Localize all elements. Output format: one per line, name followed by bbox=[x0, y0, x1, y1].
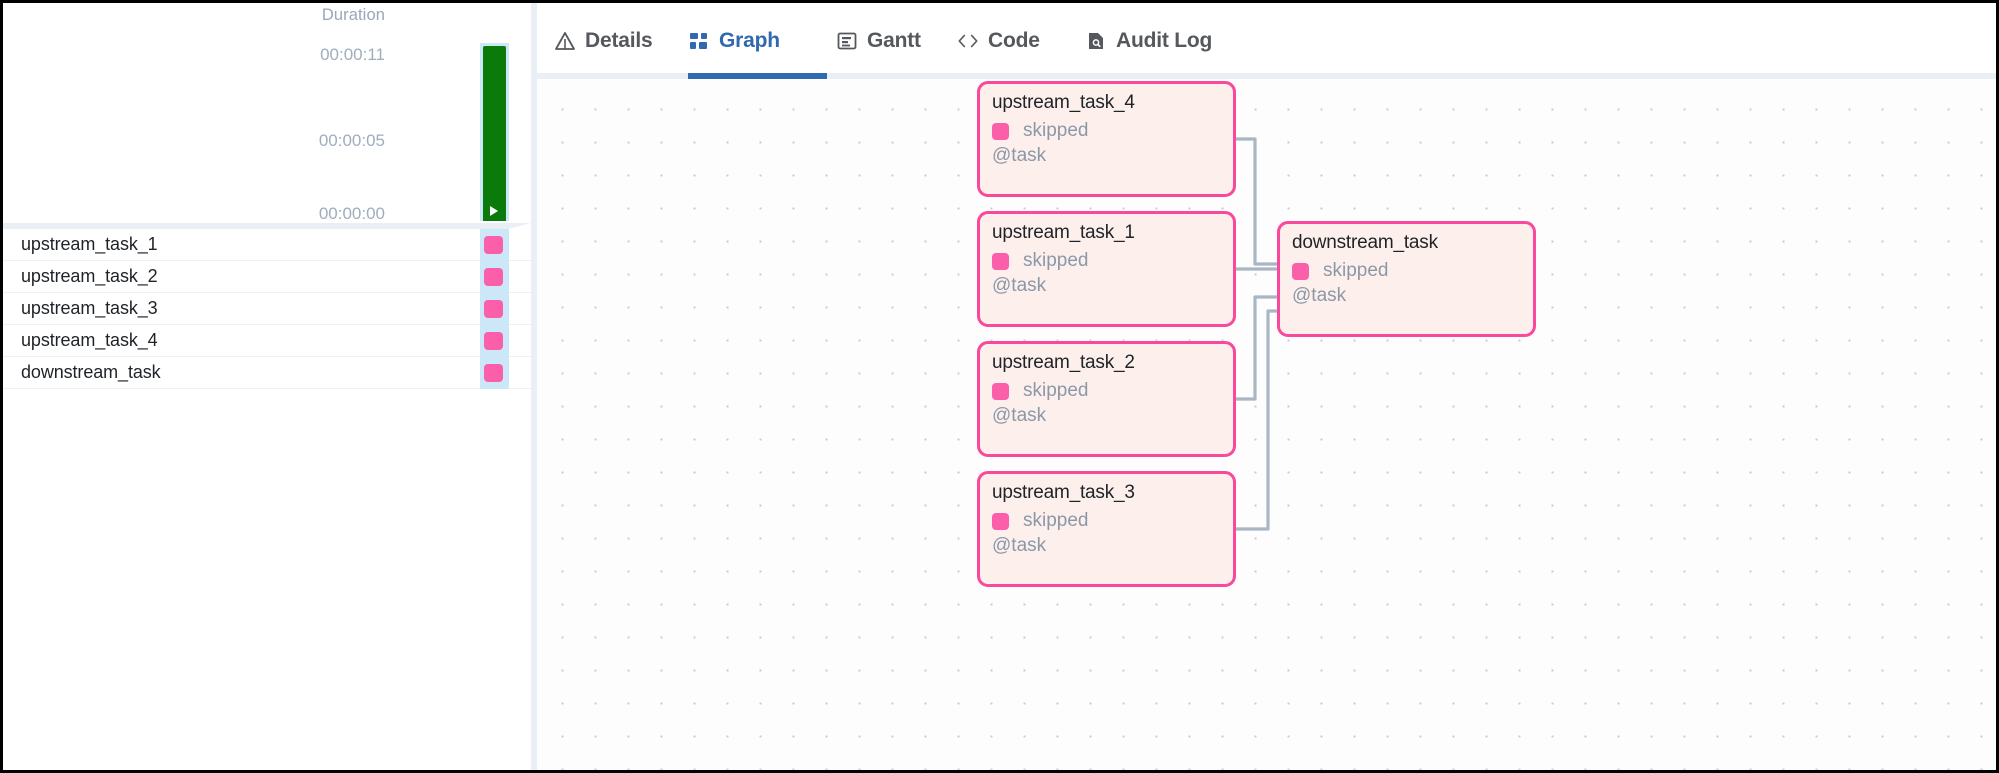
status-chip-skipped bbox=[992, 513, 1009, 530]
node-status: skipped bbox=[992, 380, 1089, 402]
node-status-label: skipped bbox=[1023, 120, 1089, 142]
task-status-cell[interactable] bbox=[480, 293, 509, 325]
axis-tick-label: 00:00:00 bbox=[319, 204, 385, 224]
graph-node-upstream-task-1[interactable]: upstream_task_1 skipped @task bbox=[977, 211, 1236, 327]
task-name: upstream_task_4 bbox=[21, 330, 158, 351]
tab-bar: Details Graph bbox=[537, 3, 1999, 79]
tab-audit-log-label: Audit Log bbox=[1116, 29, 1212, 53]
tab-details[interactable]: Details bbox=[554, 22, 652, 60]
graph-node-downstream-task[interactable]: downstream_task skipped @task bbox=[1277, 221, 1536, 337]
status-chip-skipped bbox=[484, 332, 503, 350]
dag-run-view: Duration 00:00:11 00:00:05 00:00:00 upst… bbox=[0, 0, 1999, 773]
status-chip-skipped bbox=[484, 364, 503, 382]
node-status: skipped bbox=[992, 250, 1089, 272]
status-chip-skipped bbox=[484, 268, 503, 286]
task-list-item[interactable]: upstream_task_1 bbox=[3, 229, 531, 261]
node-status-label: skipped bbox=[1023, 250, 1089, 272]
play-triangle-icon bbox=[490, 206, 498, 216]
node-type-label: @task bbox=[992, 535, 1046, 557]
task-name: upstream_task_3 bbox=[21, 298, 158, 319]
graph-edge bbox=[1236, 139, 1277, 264]
node-title: upstream_task_4 bbox=[992, 92, 1135, 114]
task-list-item[interactable]: upstream_task_2 bbox=[3, 261, 531, 293]
node-status: skipped bbox=[1292, 260, 1389, 282]
node-title: upstream_task_3 bbox=[992, 482, 1135, 504]
node-status: skipped bbox=[992, 120, 1089, 142]
task-list-item[interactable]: upstream_task_3 bbox=[3, 293, 531, 325]
graph-node-upstream-task-4[interactable]: upstream_task_4 skipped @task bbox=[977, 81, 1236, 197]
node-title: upstream_task_2 bbox=[992, 352, 1135, 374]
node-title: upstream_task_1 bbox=[992, 222, 1135, 244]
node-type-label: @task bbox=[992, 145, 1046, 167]
node-title: downstream_task bbox=[1292, 232, 1438, 254]
graph-canvas[interactable]: upstream_task_4 skipped @task upstream_t… bbox=[537, 79, 1999, 770]
tab-gantt-label: Gantt bbox=[867, 29, 921, 53]
gantt-document-icon bbox=[836, 30, 858, 52]
task-status-cell[interactable] bbox=[480, 229, 509, 261]
status-chip-skipped bbox=[992, 253, 1009, 270]
duration-bar[interactable] bbox=[483, 46, 506, 221]
tab-graph[interactable]: Graph bbox=[688, 22, 780, 60]
status-chip-skipped bbox=[484, 300, 503, 318]
tab-code[interactable]: Code bbox=[957, 22, 1040, 60]
status-chip-skipped bbox=[992, 123, 1009, 140]
axis-tick-label: 00:00:05 bbox=[319, 131, 385, 151]
duration-chart: Duration 00:00:11 00:00:05 00:00:00 bbox=[3, 3, 531, 225]
node-status: skipped bbox=[992, 510, 1089, 532]
status-chip-skipped bbox=[992, 383, 1009, 400]
task-list: upstream_task_1 upstream_task_2 upstream… bbox=[3, 229, 531, 389]
axis-tick-label: 00:00:11 bbox=[320, 45, 385, 65]
tab-gantt[interactable]: Gantt bbox=[836, 22, 921, 60]
task-duration-panel: Duration 00:00:11 00:00:05 00:00:00 upst… bbox=[3, 3, 531, 770]
node-status-label: skipped bbox=[1023, 380, 1089, 402]
tab-graph-label: Graph bbox=[719, 29, 780, 53]
task-list-item[interactable]: downstream_task bbox=[3, 357, 531, 389]
graph-node-upstream-task-2[interactable]: upstream_task_2 skipped @task bbox=[977, 341, 1236, 457]
task-list-item[interactable]: upstream_task_4 bbox=[3, 325, 531, 357]
status-chip-skipped bbox=[484, 236, 503, 254]
node-type-label: @task bbox=[1292, 285, 1346, 307]
tab-details-label: Details bbox=[585, 29, 652, 53]
node-type-label: @task bbox=[992, 275, 1046, 297]
graph-edge-layer bbox=[537, 79, 1999, 770]
task-status-cell[interactable] bbox=[480, 325, 509, 357]
hierarchy-icon bbox=[688, 30, 710, 52]
angle-brackets-icon bbox=[957, 30, 979, 52]
task-detail-panel: Details Graph bbox=[537, 3, 1999, 770]
document-search-icon bbox=[1085, 30, 1107, 52]
node-type-label: @task bbox=[992, 405, 1046, 427]
task-name: downstream_task bbox=[21, 362, 161, 383]
node-status-label: skipped bbox=[1023, 510, 1089, 532]
task-status-cell[interactable] bbox=[480, 261, 509, 293]
duration-chart-title: Duration bbox=[322, 6, 385, 25]
task-status-cell[interactable] bbox=[480, 357, 509, 389]
tab-audit-log[interactable]: Audit Log bbox=[1085, 22, 1212, 60]
task-name: upstream_task_2 bbox=[21, 266, 158, 287]
status-chip-skipped bbox=[1292, 263, 1309, 280]
graph-node-upstream-task-3[interactable]: upstream_task_3 skipped @task bbox=[977, 471, 1236, 587]
warning-triangle-icon bbox=[554, 30, 576, 52]
tab-code-label: Code bbox=[988, 29, 1040, 53]
task-name: upstream_task_1 bbox=[21, 234, 158, 255]
node-status-label: skipped bbox=[1323, 260, 1389, 282]
